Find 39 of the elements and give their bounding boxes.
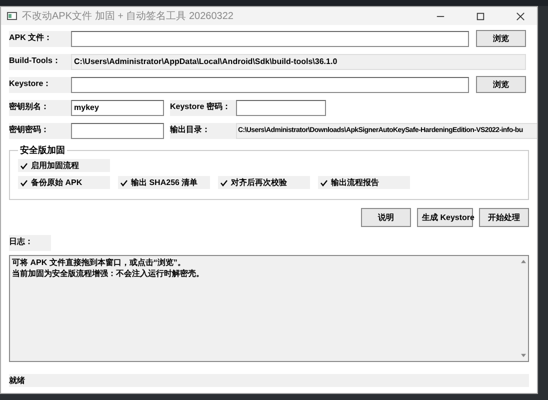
field-label: 密钥别名： xyxy=(9,100,71,116)
checkbox[interactable] xyxy=(220,178,228,186)
checkbox[interactable] xyxy=(20,178,28,186)
path-field[interactable]: C:\Users\Administrator\AppData\Local\Android\Sdk\build-tools\36.1.0 xyxy=(71,54,526,70)
log-label: 日志： xyxy=(9,235,51,251)
checkbox-option[interactable]: 启用加固流程 xyxy=(18,159,110,172)
action-button[interactable]: 说明 xyxy=(361,208,411,227)
input-field[interactable] xyxy=(71,122,164,138)
checkbox[interactable] xyxy=(320,178,328,186)
checkbox-option[interactable]: 备份原始 APK xyxy=(18,176,110,189)
checkbox-option[interactable]: 对齐后再次校验 xyxy=(218,176,310,189)
log-line: 当前加固为安全版流程增强：不会注入运行时解密壳。 xyxy=(12,268,205,279)
window-title: 不改动APK文件 加固 + 自动签名工具 20260322 xyxy=(22,10,234,23)
app-icon xyxy=(7,11,17,21)
checkbox[interactable] xyxy=(20,162,28,170)
field-label: 密钥密码： xyxy=(9,122,71,138)
field-label: Build-Tools： xyxy=(9,54,71,70)
field-label: Keystore： xyxy=(9,76,71,92)
checkbox[interactable] xyxy=(120,178,128,186)
checkbox-option[interactable]: 输出 SHA256 清单 xyxy=(118,176,210,189)
log-line: 可将 APK 文件直接拖到本窗口，或点击“浏览”。 xyxy=(12,257,186,268)
group-title: 安全版加固 xyxy=(19,144,66,157)
scroll-up-icon[interactable] xyxy=(520,259,526,264)
field-label: APK 文件： xyxy=(9,30,71,46)
input-field[interactable] xyxy=(71,30,469,46)
input-field[interactable] xyxy=(71,76,469,92)
action-button[interactable]: 生成 Keystore xyxy=(417,208,473,227)
scroll-down-icon[interactable] xyxy=(520,353,526,358)
action-button[interactable]: 开始处理 xyxy=(479,208,529,227)
input-field[interactable] xyxy=(236,100,326,116)
checkbox-option[interactable]: 输出流程报告 xyxy=(318,176,410,189)
status-text: 就绪 xyxy=(9,376,25,385)
close-icon[interactable] xyxy=(516,12,525,20)
input-field[interactable]: mykey xyxy=(71,100,164,116)
field-label: Keystore 密码： xyxy=(170,100,236,116)
maximize-icon[interactable] xyxy=(476,12,485,20)
browse-button[interactable]: 浏览 xyxy=(476,30,526,47)
field-label: 输出目录： xyxy=(170,122,236,138)
browse-button[interactable]: 浏览 xyxy=(476,76,526,93)
